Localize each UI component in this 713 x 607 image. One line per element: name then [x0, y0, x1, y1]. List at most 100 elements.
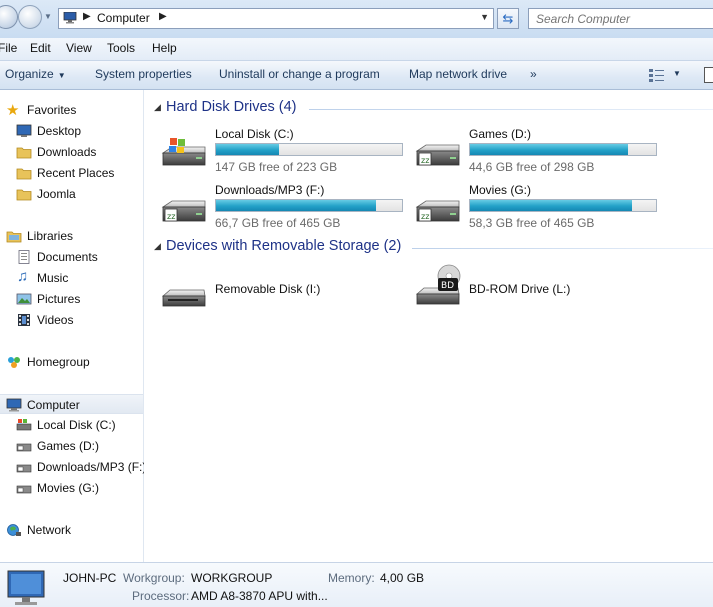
libraries-icon [6, 231, 22, 243]
menu-bar: File Edit View Tools Help [0, 38, 713, 61]
system-properties-button[interactable]: System properties [95, 67, 192, 81]
nav-label: Documents [37, 250, 98, 264]
organize-button[interactable]: Organize ▼ [5, 67, 66, 81]
nav-favorites[interactable]: ★ Favorites [0, 100, 143, 120]
menu-help[interactable]: Help [152, 41, 177, 55]
free-space-label: 58,3 GB free of 465 GB [469, 216, 595, 230]
nav-music[interactable]: ♫ Music [0, 268, 143, 288]
preview-pane-icon[interactable] [704, 67, 713, 83]
map-network-drive-button[interactable]: Map network drive [409, 67, 507, 81]
nav-pictures[interactable]: Pictures [0, 289, 143, 309]
nav-network[interactable]: Network [0, 520, 143, 540]
removable-disk-icon [161, 289, 206, 307]
capacity-fill [470, 144, 629, 155]
homegroup-icon [8, 357, 20, 368]
nav-label: Network [27, 523, 72, 537]
drive-name: BD-ROM Drive (L:) [469, 282, 571, 296]
group-heading-removable[interactable]: Devices with Removable Storage (2) [166, 238, 401, 254]
capacity-bar [215, 143, 403, 156]
nav-drive-d[interactable]: Games (D:) [0, 436, 143, 456]
change-view-icon[interactable] [649, 68, 665, 82]
nav-drive-f[interactable]: Downloads/MP3 (F:) [0, 457, 147, 477]
drive-local-disk-c[interactable]: Local Disk (C:) 147 GB free of 223 GB [160, 127, 410, 177]
collapse-arrow-icon[interactable]: ◢ [154, 241, 161, 252]
computer-icon [63, 12, 77, 24]
free-space-label: 147 GB free of 223 GB [215, 160, 338, 174]
menu-tools[interactable]: Tools [107, 41, 135, 55]
star-icon: ★ [6, 102, 20, 119]
nav-label: Games (D:) [37, 439, 100, 453]
breadcrumb-computer[interactable]: Computer [97, 11, 150, 25]
menu-edit[interactable]: Edit [30, 41, 51, 55]
hard-drive-icon: zz [161, 200, 206, 222]
drive-downloads-f[interactable]: zz Downloads/MP3 (F:) 66,7 GB free of 46… [160, 183, 410, 233]
nav-label: Homegroup [27, 355, 90, 369]
search-input[interactable] [529, 9, 713, 28]
nav-drive-g[interactable]: Movies (G:) [0, 478, 143, 498]
hard-drive-icon: zz [415, 200, 460, 222]
nav-recent-places[interactable]: Recent Places [0, 163, 143, 183]
nav-libraries[interactable]: Libraries [0, 226, 143, 246]
refresh-icon: ⇆ [502, 11, 514, 26]
group-heading-hard-disks[interactable]: Hard Disk Drives (4) [166, 99, 297, 115]
organize-label: Organize [5, 67, 54, 81]
free-space-label: 66,7 GB free of 465 GB [215, 216, 341, 230]
nav-downloads[interactable]: Downloads [0, 142, 143, 162]
nav-label: Downloads/MP3 (F:) [37, 460, 147, 474]
forward-button[interactable] [18, 5, 42, 29]
drive-bd-rom-l[interactable]: BD BD-ROM Drive (L:) [414, 264, 664, 330]
nav-drive-c[interactable]: Local Disk (C:) [0, 415, 143, 435]
back-button[interactable] [0, 5, 18, 29]
address-dropdown-icon[interactable]: ▼ [480, 12, 489, 22]
nav-homegroup[interactable]: Homegroup [0, 352, 143, 372]
refresh-button[interactable]: ⇆ [497, 8, 519, 29]
chevron-down-icon: ▼ [57, 71, 66, 80]
drive-name: Movies (G:) [469, 183, 532, 197]
breadcrumb-arrow-icon[interactable]: ▶ [83, 11, 91, 22]
pc-name: JOHN-PC [63, 571, 117, 585]
command-bar: Organize ▼ System properties Uninstall or… [0, 61, 713, 90]
windows-drive-icon [16, 419, 32, 431]
nav-computer[interactable]: Computer [0, 394, 143, 414]
more-commands-button[interactable]: » [530, 67, 537, 81]
views-dropdown-icon[interactable]: ▼ [673, 69, 681, 78]
capacity-fill [216, 144, 280, 155]
nav-desktop[interactable]: Desktop [0, 121, 143, 141]
bd-rom-icon: BD [415, 264, 461, 305]
documents-icon [18, 250, 30, 264]
computer-icon [6, 398, 22, 412]
svg-text:zz: zz [167, 212, 175, 221]
nav-label: Pictures [37, 292, 81, 306]
network-icon [7, 524, 21, 536]
processor-value: AMD A8-3870 APU with... [191, 589, 328, 603]
computer-icon [7, 570, 45, 605]
hard-drive-icon: zz [415, 144, 460, 166]
details-pane: JOHN-PC Workgroup: WORKGROUP Memory: 4,0… [0, 562, 713, 607]
content-pane: ◢ Hard Disk Drives (4) Local Disk (C:) 1… [144, 90, 713, 562]
uninstall-program-button[interactable]: Uninstall or change a program [219, 67, 380, 81]
nav-label: Downloads [37, 145, 97, 159]
drive-removable-i[interactable]: Removable Disk (I:) [160, 280, 410, 330]
workgroup-value: WORKGROUP [191, 571, 273, 585]
address-bar[interactable]: ▶ Computer ▶ ▼ [58, 8, 494, 29]
drive-movies-g[interactable]: zz Movies (G:) 58,3 GB free of 465 GB [414, 183, 664, 233]
menu-file[interactable]: File [0, 41, 17, 55]
breadcrumb-arrow-icon[interactable]: ▶ [159, 11, 167, 22]
capacity-fill [216, 200, 376, 211]
nav-joomla[interactable]: Joomla [0, 184, 143, 204]
processor-label: Processor: [132, 589, 190, 603]
nav-videos[interactable]: Videos [0, 310, 143, 330]
menu-view[interactable]: View [66, 41, 92, 55]
nav-label: Recent Places [37, 166, 115, 180]
collapse-arrow-icon[interactable]: ◢ [154, 102, 161, 113]
pictures-icon [16, 293, 32, 305]
nav-documents[interactable]: Documents [0, 247, 143, 267]
drive-games-d[interactable]: zz Games (D:) 44,6 GB free of 298 GB [414, 127, 664, 177]
hard-drive-icon [16, 443, 32, 452]
hard-drive-icon [16, 485, 32, 494]
nav-label: Movies (G:) [37, 481, 100, 495]
bd-badge: BD [441, 281, 454, 291]
nav-label: Favorites [27, 103, 77, 117]
recent-pages-dropdown[interactable]: ▼ [44, 12, 52, 21]
search-box[interactable] [528, 8, 713, 29]
